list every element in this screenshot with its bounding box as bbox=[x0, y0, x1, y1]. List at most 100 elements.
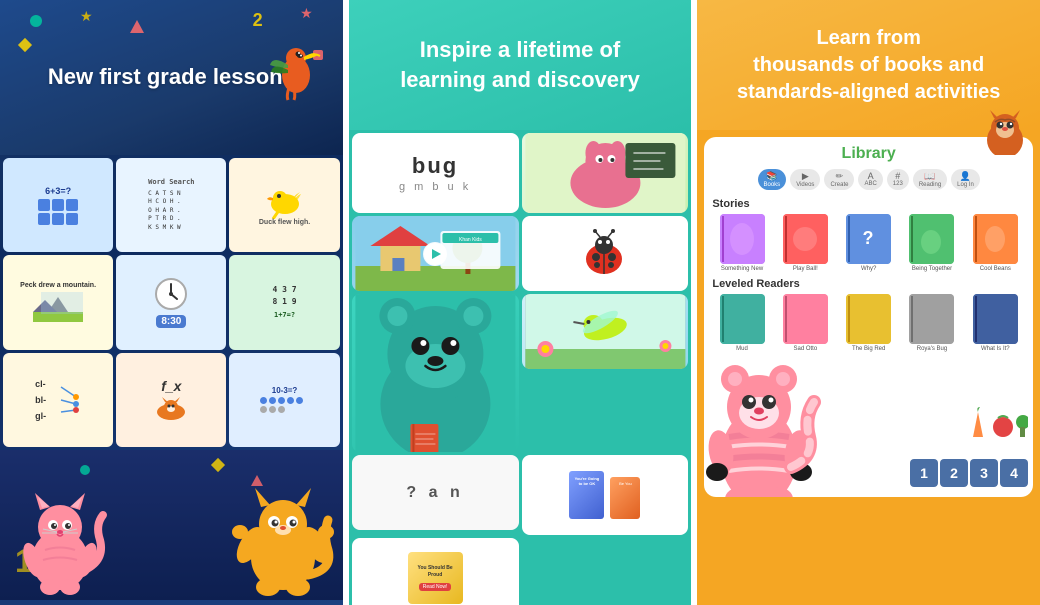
duck-svg bbox=[265, 184, 305, 219]
tab-create[interactable]: ✏ Create bbox=[824, 169, 854, 190]
lesson-card-sentence: Peck drew a mountain. bbox=[3, 255, 113, 349]
book-title-royas-bug: Roya's Bug bbox=[917, 346, 948, 352]
tab-123[interactable]: # 123 bbox=[887, 169, 909, 190]
numbers-grid: 4 3 7 8 1 9 1+7=? bbox=[273, 284, 297, 321]
tab-reading[interactable]: 📖 Reading bbox=[913, 169, 947, 190]
videos-icon: ▶ bbox=[802, 171, 809, 182]
fox-word: f_x bbox=[161, 378, 181, 394]
play-button[interactable] bbox=[423, 242, 447, 266]
books-icon: 📚 bbox=[766, 171, 777, 182]
sentence-text: Peck drew a mountain. bbox=[20, 282, 96, 289]
book-cover-svg-9 bbox=[909, 294, 954, 344]
tab-videos[interactable]: ▶ Videos bbox=[790, 169, 820, 190]
stories-section-title: Stories bbox=[712, 198, 1025, 210]
book-cover-svg-5 bbox=[973, 214, 1018, 264]
mountain-scene-svg bbox=[33, 292, 83, 322]
content-card-bear bbox=[352, 294, 519, 452]
content-card-word-quiz: ? a n bbox=[352, 455, 519, 530]
book-title-being-together: Being Together bbox=[912, 266, 952, 272]
num-tile-4: 4 bbox=[1000, 459, 1028, 487]
panel3-title: Learn from thousands of books and standa… bbox=[722, 25, 1015, 106]
book-cover-svg-3: ? bbox=[846, 214, 891, 264]
lesson-card-duck: Duck flew high. bbox=[229, 158, 339, 252]
read-now-button[interactable]: Read Now! bbox=[419, 583, 452, 591]
yellow-cat-character bbox=[228, 480, 338, 600]
book-item-play-ball: Play Ball! bbox=[776, 214, 835, 272]
word-search-grid: Word Search C A T S N H C O H . O H A R … bbox=[145, 175, 197, 235]
content-card-book1: You're Going to be OK Be You bbox=[522, 455, 689, 535]
phonics-blends: cl- bl- gl- bbox=[35, 376, 46, 425]
panel1-title: New first grade lessons bbox=[48, 63, 295, 92]
lesson-card-numbers: 4 3 7 8 1 9 1+7=? bbox=[229, 255, 339, 349]
clock-time: 8:30 bbox=[156, 315, 186, 328]
content-card-bug-word: bug g m b u k bbox=[352, 133, 519, 213]
word-quiz-text: ? a n bbox=[406, 484, 463, 502]
clock-svg bbox=[154, 277, 189, 312]
book-title-1: You're Going to be OK bbox=[572, 476, 601, 486]
num-tile-2: 2 bbox=[940, 459, 968, 487]
raccoon-character bbox=[704, 347, 819, 497]
num-tile-3: 3 bbox=[970, 459, 998, 487]
tab-create-label: Create bbox=[830, 182, 848, 188]
subtraction-eq: 10-3=? bbox=[272, 386, 298, 395]
book-item-big-red: The Big Red bbox=[839, 294, 898, 352]
content-card-ladybug bbox=[522, 216, 689, 291]
content-card-scene: Khan Kids bbox=[352, 216, 519, 291]
panel2-hero: Inspire a lifetime of learning and disco… bbox=[349, 0, 692, 130]
lesson-card-math-dots: 6+3=? bbox=[3, 158, 113, 252]
book-cover-svg-10 bbox=[973, 294, 1018, 344]
tab-123-label: 123 bbox=[893, 181, 903, 187]
word-letters: g m b u k bbox=[399, 181, 471, 193]
panel1-characters: 1 3 bbox=[0, 450, 343, 600]
svg-text:?: ? bbox=[863, 228, 874, 248]
num-icon: # bbox=[895, 171, 900, 181]
book-title-play-ball: Play Ball! bbox=[793, 266, 818, 272]
svg-text:Khan Kids: Khan Kids bbox=[459, 237, 482, 243]
lesson-card-phonics: cl- bl- gl- bbox=[3, 353, 113, 447]
book-title-2: Be You bbox=[612, 481, 638, 486]
panel-library: Learn from thousands of books and standa… bbox=[697, 0, 1040, 605]
content-card-book2: You Should Be Proud Read Now! bbox=[352, 538, 519, 605]
tab-abc-label: ABC bbox=[864, 181, 876, 187]
panel2-content-grid: bug g m b u k bbox=[349, 130, 692, 605]
book-item-sad-otto: Sad Otto bbox=[776, 294, 835, 352]
tab-books[interactable]: 📚 Books bbox=[758, 169, 787, 190]
content-card-hummingbird bbox=[522, 294, 689, 369]
book-title-what-is-it: What Is It? bbox=[981, 346, 1010, 352]
tab-abc[interactable]: A ABC bbox=[858, 169, 882, 190]
phonics-lines-svg bbox=[51, 382, 81, 417]
panel3-content: Library 📚 Books ▶ Videos ✏ Create A ABC bbox=[697, 130, 1040, 605]
book-title-why: Why? bbox=[861, 266, 876, 272]
login-icon: 👤 bbox=[960, 171, 971, 182]
book-item-being-together: Being Together bbox=[902, 214, 961, 272]
ladybug-svg bbox=[577, 229, 632, 279]
book-title-big-red: The Big Red bbox=[852, 346, 885, 352]
elephant-svg bbox=[522, 133, 689, 213]
library-tabs: 📚 Books ▶ Videos ✏ Create A ABC # 123 bbox=[712, 169, 1025, 190]
tab-videos-label: Videos bbox=[796, 182, 814, 188]
word-bug: bug bbox=[412, 153, 458, 179]
raccoon-peek-top bbox=[980, 110, 1030, 160]
panel-first-grade: ★ 2 ★ New first grade lessons bbox=[0, 0, 343, 605]
food-decorations bbox=[968, 407, 1028, 457]
leveled-readers-grid: Mud Sad Otto bbox=[712, 294, 1025, 352]
library-title: Library bbox=[712, 145, 1025, 163]
tab-login-label: Log In bbox=[957, 182, 974, 188]
tab-books-label: Books bbox=[764, 182, 781, 188]
leveled-readers-title: Leveled Readers bbox=[712, 278, 1025, 290]
book-cover-svg-2 bbox=[783, 214, 828, 264]
book-cover-svg-4 bbox=[909, 214, 954, 264]
number-tiles: 1 2 3 4 bbox=[910, 459, 1028, 487]
lesson-card-clock: 8:30 bbox=[116, 255, 226, 349]
book-item-why: ? Why? bbox=[839, 214, 898, 272]
book-cover-svg-7 bbox=[783, 294, 828, 344]
content-card-pink-elephant bbox=[522, 133, 689, 213]
panel-inspire: Inspire a lifetime of learning and disco… bbox=[349, 0, 692, 605]
tab-reading-label: Reading bbox=[919, 182, 941, 188]
lesson-card-subtraction: 10-3=? bbox=[229, 353, 339, 447]
panel2-title: Inspire a lifetime of learning and disco… bbox=[380, 35, 660, 94]
bear-svg bbox=[352, 294, 519, 452]
book-item-what-is-it: What Is It? bbox=[966, 294, 1025, 352]
tab-login[interactable]: 👤 Log In bbox=[951, 169, 980, 190]
create-icon: ✏ bbox=[836, 171, 844, 182]
